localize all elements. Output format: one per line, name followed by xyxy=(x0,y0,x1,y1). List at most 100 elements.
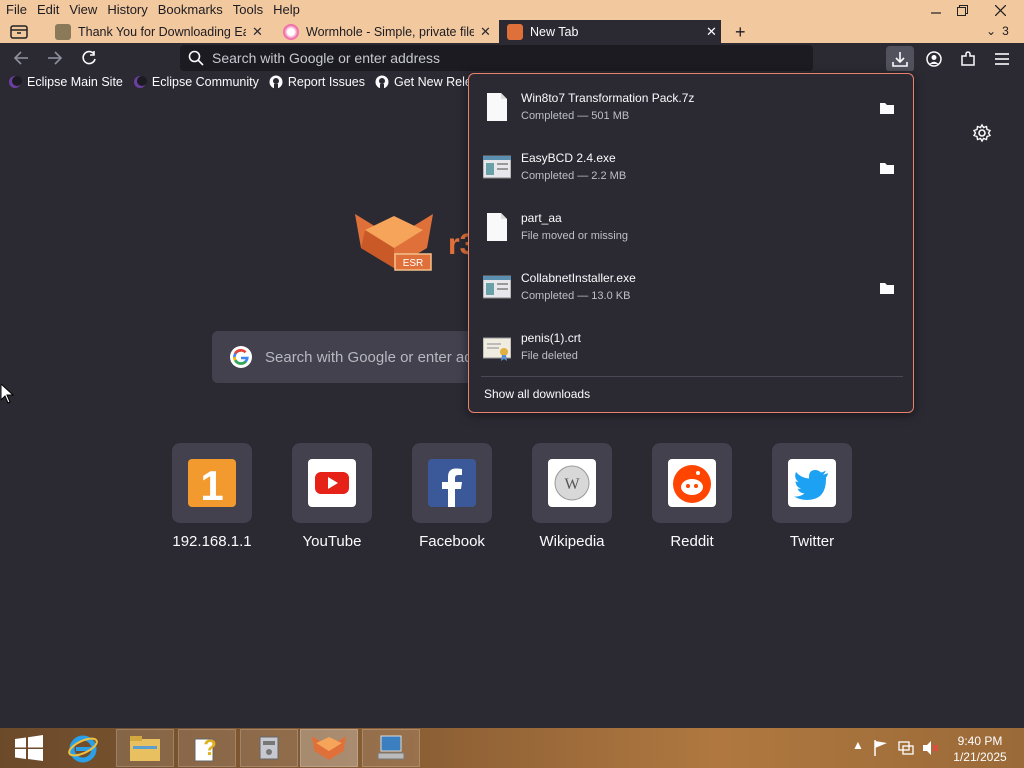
top-site-tile[interactable]: 1 192.168.1.1 xyxy=(172,443,252,550)
svg-text:W: W xyxy=(564,476,580,493)
menu-history[interactable]: History xyxy=(102,0,152,20)
menu-file[interactable]: File xyxy=(0,0,32,20)
account-button[interactable] xyxy=(920,46,948,72)
download-item[interactable]: EasyBCD 2.4.exe Completed — 2.2 MB xyxy=(469,136,913,196)
folder-icon[interactable] xyxy=(879,161,895,175)
flag-icon[interactable] xyxy=(874,740,888,756)
taskbar-clock[interactable]: 9:40 PM 1/21/2025 xyxy=(940,733,1020,765)
bookmark-eclipse-main[interactable]: Eclipse Main Site xyxy=(8,75,123,89)
network-icon[interactable] xyxy=(898,740,914,756)
tab-close-icon[interactable]: ✕ xyxy=(252,24,263,40)
back-button[interactable] xyxy=(10,47,32,69)
google-icon xyxy=(230,346,252,368)
exe-icon xyxy=(483,275,511,299)
help-button[interactable]: ? xyxy=(178,729,236,767)
folder-icon[interactable] xyxy=(879,281,895,295)
download-status: Completed — 501 MB xyxy=(521,110,630,122)
tab-new-tab[interactable]: New Tab ✕ xyxy=(499,20,721,43)
arrow-right-icon xyxy=(48,51,63,65)
file-icon xyxy=(487,93,507,121)
number-one-icon: 1 xyxy=(188,459,236,507)
folder-icon[interactable] xyxy=(879,101,895,115)
forward-button[interactable] xyxy=(44,47,66,69)
close-window-button[interactable] xyxy=(984,0,1016,20)
minimize-icon xyxy=(931,12,941,14)
top-site-tile[interactable]: Twitter xyxy=(772,443,852,550)
download-item[interactable]: CollabnetInstaller.exe Completed — 13.0 … xyxy=(469,256,913,316)
restore-icon xyxy=(956,4,968,16)
tile-label: 192.168.1.1 xyxy=(172,533,252,550)
customize-button[interactable] xyxy=(972,123,992,148)
download-filename: part_aa xyxy=(521,211,562,225)
github-icon xyxy=(269,75,283,89)
tab-strip: Thank You for Downloading Eas ✕ Wormhole… xyxy=(0,20,1024,43)
browser-taskbar-button[interactable] xyxy=(300,729,358,767)
control-panel-button[interactable] xyxy=(240,729,298,767)
menu-help[interactable]: Help xyxy=(268,0,305,20)
reload-button[interactable] xyxy=(78,47,100,69)
bookmark-label: Report Issues xyxy=(287,75,365,89)
download-item[interactable]: part_aa File moved or missing xyxy=(469,196,913,256)
tab-close-icon[interactable]: ✕ xyxy=(706,24,717,40)
hamburger-icon xyxy=(995,53,1009,65)
tab-manager-button[interactable] xyxy=(10,23,28,44)
new-tab-button[interactable]: + xyxy=(735,22,746,43)
show-all-downloads-button[interactable]: Show all downloads xyxy=(484,387,590,401)
tab-wormhole[interactable]: Wormhole - Simple, private file ✕ xyxy=(283,20,493,43)
browser-logo: ESR xyxy=(353,208,435,279)
plus-icon: + xyxy=(735,22,746,42)
eclipse-icon xyxy=(8,75,22,89)
internet-explorer-button[interactable] xyxy=(54,729,112,767)
internet-explorer-icon xyxy=(68,735,98,763)
top-site-tile[interactable]: Reddit xyxy=(652,443,732,550)
mouse-cursor-icon xyxy=(1,384,15,404)
tab-overflow-button[interactable]: ⌄ 3 xyxy=(986,24,1009,38)
account-icon xyxy=(926,51,942,67)
top-site-tile[interactable]: YouTube xyxy=(292,443,372,550)
top-site-tile[interactable]: Facebook xyxy=(412,443,492,550)
download-item[interactable]: penis(1).crt File deleted xyxy=(469,316,913,376)
download-filename: CollabnetInstaller.exe xyxy=(521,271,636,285)
wormhole-icon xyxy=(283,23,299,40)
remote-desktop-button[interactable] xyxy=(362,729,420,767)
folder-icon xyxy=(130,736,160,761)
arrow-left-icon xyxy=(13,51,28,65)
download-item[interactable]: Win8to7 Transformation Pack.7z Completed… xyxy=(469,76,913,136)
start-button[interactable] xyxy=(0,729,58,767)
bookmark-label: Eclipse Main Site xyxy=(27,75,123,89)
svg-text:1: 1 xyxy=(200,462,223,507)
file-explorer-button[interactable] xyxy=(116,729,174,767)
app-menu-button[interactable] xyxy=(988,46,1016,72)
computer-icon xyxy=(377,735,405,760)
tile-label: Wikipedia xyxy=(539,533,605,550)
tab-title: New Tab xyxy=(530,24,579,39)
taskbar: ? ▲ xyxy=(0,728,1024,768)
computer-tools-icon xyxy=(259,736,279,760)
downloads-button[interactable] xyxy=(886,46,914,72)
volume-muted-icon[interactable] xyxy=(922,740,938,756)
windows-logo-icon xyxy=(15,735,43,761)
download-filename: penis(1).crt xyxy=(521,331,582,345)
show-hidden-icons-button[interactable]: ▲ xyxy=(852,738,864,752)
tab-close-icon[interactable]: ✕ xyxy=(480,24,491,40)
menu-tools[interactable]: Tools xyxy=(228,0,268,20)
tab-manager-icon xyxy=(10,25,28,39)
menu-edit[interactable]: Edit xyxy=(32,0,64,20)
menu-view[interactable]: View xyxy=(64,0,102,20)
help-icon: ? xyxy=(194,735,217,762)
url-input[interactable] xyxy=(212,50,792,66)
gear-icon xyxy=(972,123,992,143)
svg-text:?: ? xyxy=(203,735,216,760)
restore-button[interactable] xyxy=(946,0,978,20)
bookmark-report-issues[interactable]: Report Issues xyxy=(269,75,365,89)
bookmark-eclipse-community[interactable]: Eclipse Community xyxy=(133,75,259,89)
eclipse-icon xyxy=(133,75,147,89)
wikipedia-icon: W xyxy=(548,459,596,507)
reddit-icon xyxy=(668,459,716,507)
top-site-tile[interactable]: W Wikipedia xyxy=(532,443,612,550)
tile-label: YouTube xyxy=(302,533,362,550)
menu-bookmarks[interactable]: Bookmarks xyxy=(153,0,228,20)
url-bar[interactable] xyxy=(180,45,813,71)
extensions-button[interactable] xyxy=(954,46,982,72)
tab-thank-you[interactable]: Thank You for Downloading Eas ✕ xyxy=(55,20,263,43)
